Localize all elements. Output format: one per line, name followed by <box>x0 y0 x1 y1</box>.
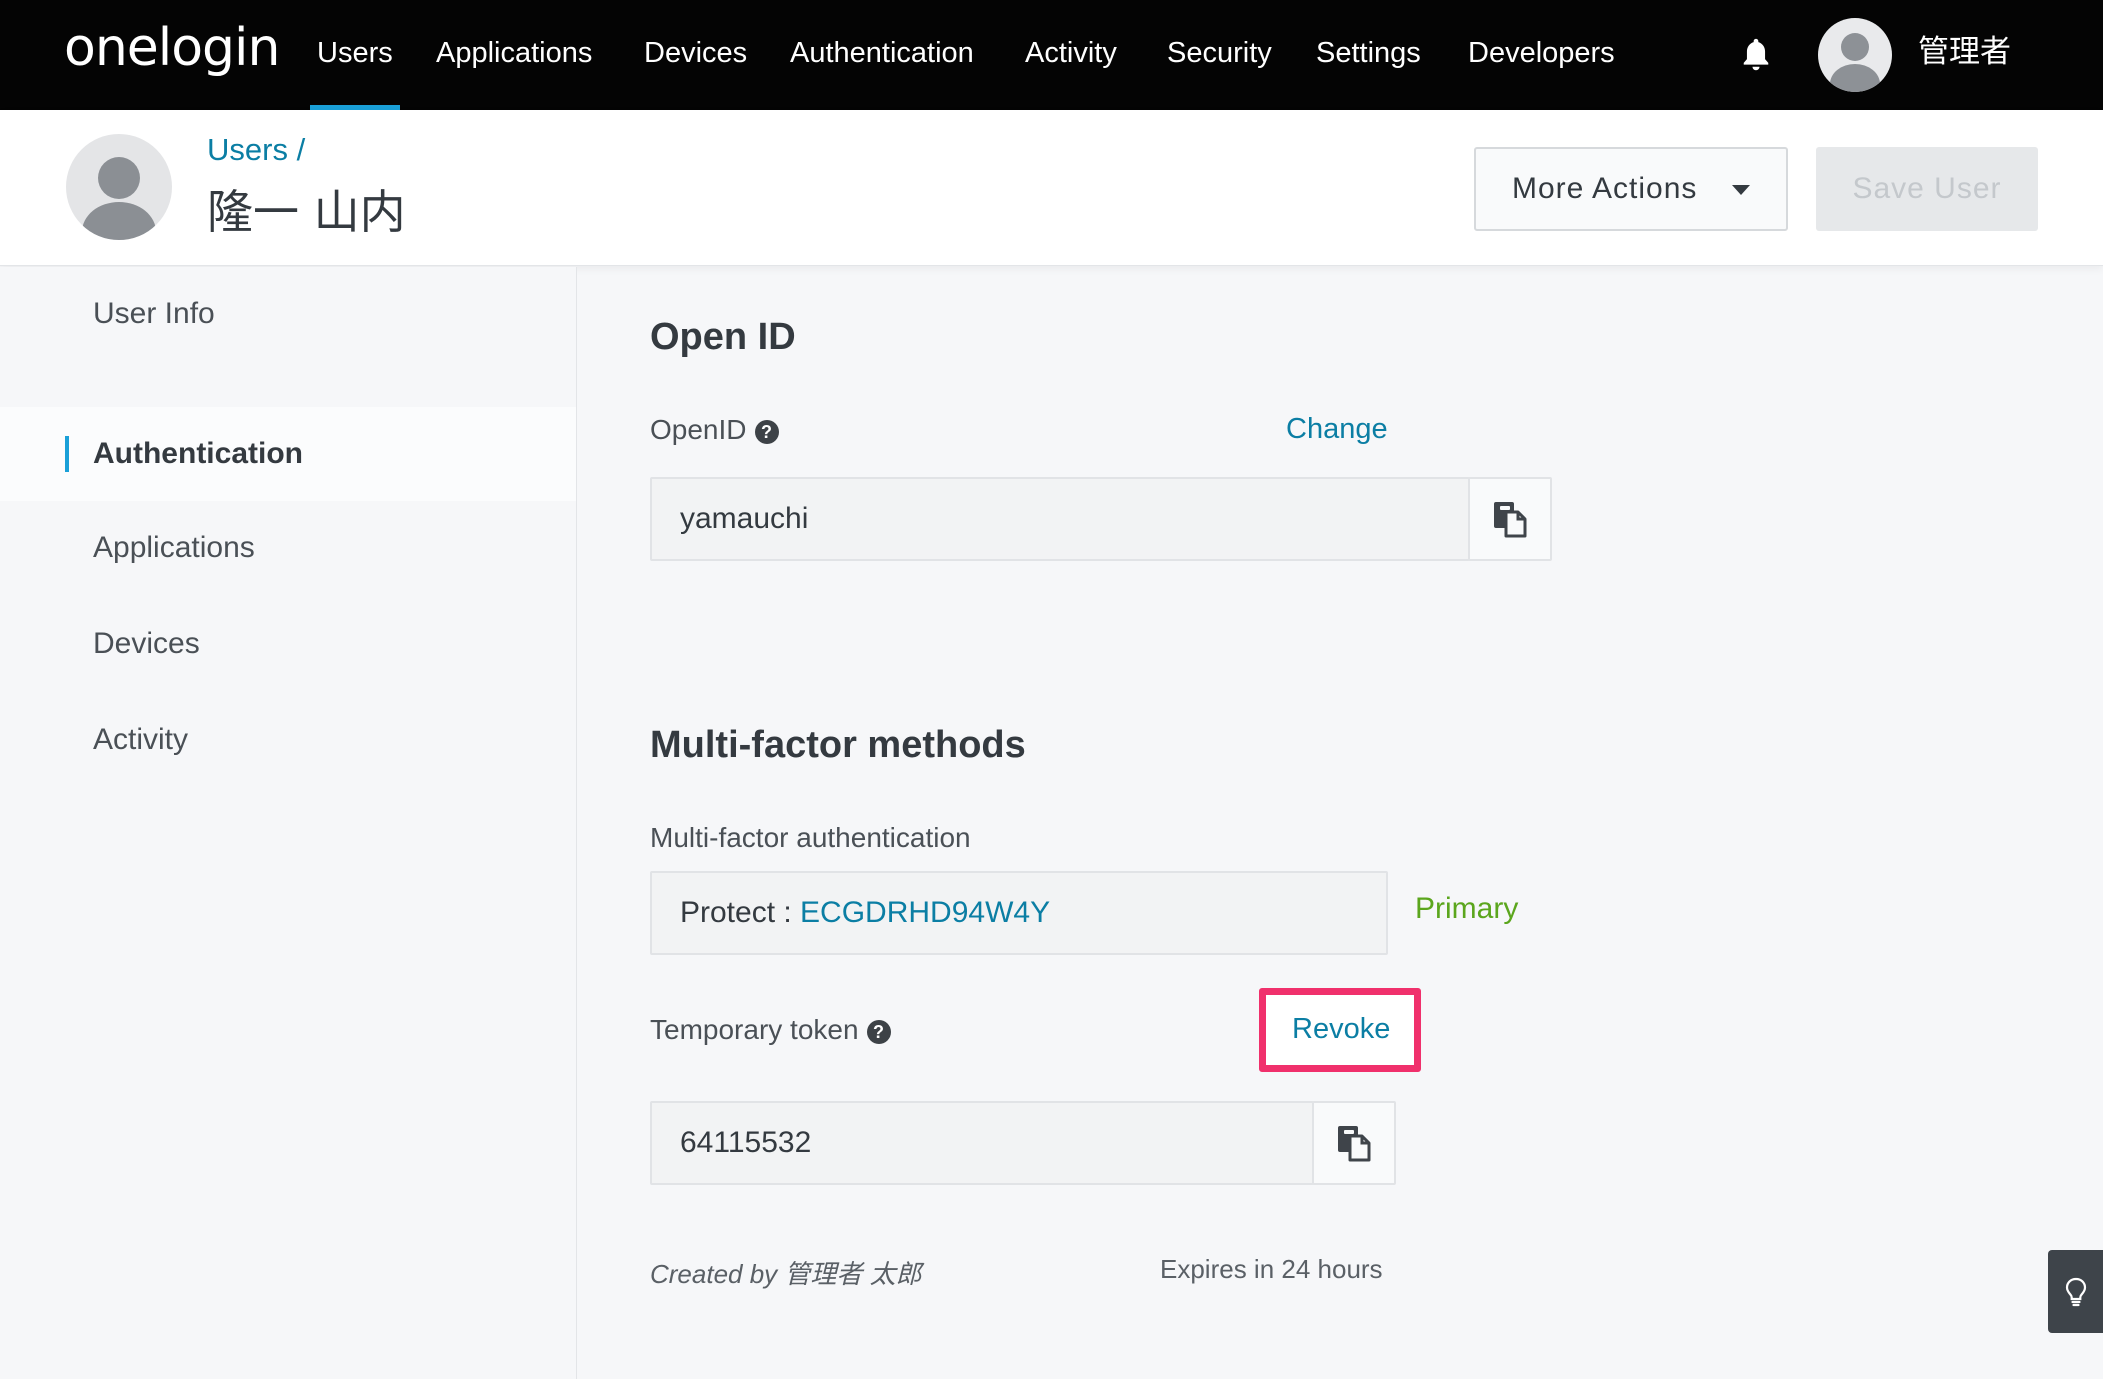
save-user-button[interactable]: Save User <box>1816 147 2038 231</box>
nav-users[interactable]: Users <box>310 0 400 110</box>
openid-section-title: Open ID <box>650 316 796 358</box>
nav-security[interactable]: Security <box>1167 0 1272 110</box>
temp-token-field[interactable]: 64115532 <box>650 1101 1314 1185</box>
breadcrumb-users[interactable]: Users / <box>207 132 305 168</box>
change-openid-link[interactable]: Change <box>1286 413 1388 446</box>
mfa-label: Multi-factor authentication <box>650 822 971 853</box>
copy-icon <box>1338 1126 1371 1162</box>
mfa-section-title: Multi-factor methods <box>650 724 1026 766</box>
current-username[interactable]: 管理者 <box>1918 0 2011 110</box>
sidebar: User Info Authentication Applications De… <box>0 267 577 1379</box>
temp-token-label: Temporary token <box>650 1014 859 1045</box>
help-icon[interactable]: ? <box>866 1020 891 1044</box>
nav-settings[interactable]: Settings <box>1316 0 1421 110</box>
copy-openid-button[interactable] <box>1468 477 1552 561</box>
nav-developers[interactable]: Developers <box>1468 0 1615 110</box>
mfa-device-field[interactable]: Protect : ECGDRHD94W4Y <box>650 871 1388 955</box>
primary-badge: Primary <box>1415 892 1519 925</box>
top-navigation: onelogin Users Applications Devices Auth… <box>0 0 2103 110</box>
bell-icon[interactable] <box>1738 36 1774 74</box>
caret-down-icon <box>1732 185 1750 195</box>
openid-field[interactable]: yamauchi <box>650 477 1470 561</box>
mfa-device-prefix: Protect : <box>680 896 801 929</box>
page-title: 隆一 山内 <box>207 185 406 239</box>
nav-devices[interactable]: Devices <box>644 0 747 110</box>
token-created-by: Created by 管理者 太郎 <box>650 1259 922 1289</box>
nav-authentication[interactable]: Authentication <box>790 0 974 110</box>
sidebar-item-devices[interactable]: Devices <box>0 597 576 691</box>
nav-activity[interactable]: Activity <box>1025 0 1117 110</box>
onelogin-logo[interactable]: onelogin <box>64 18 280 78</box>
openid-label-row: OpenID? <box>650 414 779 446</box>
sidebar-item-activity[interactable]: Activity <box>0 693 576 787</box>
sidebar-item-authentication[interactable]: Authentication <box>0 407 576 501</box>
profile-avatar <box>66 134 172 240</box>
lightbulb-icon <box>2065 1277 2086 1306</box>
copy-icon <box>1494 502 1527 538</box>
copy-token-button[interactable] <box>1312 1101 1396 1185</box>
revoke-token-link[interactable]: Revoke <box>1292 1013 1390 1046</box>
mfa-device-id[interactable]: ECGDRHD94W4Y <box>800 896 1050 929</box>
sidebar-item-user-info[interactable]: User Info <box>0 267 576 361</box>
token-expiry: Expires in 24 hours <box>1160 1254 1383 1284</box>
more-actions-label: More Actions <box>1512 172 1698 205</box>
sidebar-item-applications[interactable]: Applications <box>0 501 576 595</box>
nav-applications[interactable]: Applications <box>436 0 592 110</box>
help-icon[interactable]: ? <box>754 420 779 444</box>
help-tab[interactable] <box>2048 1250 2103 1333</box>
more-actions-button[interactable]: More Actions <box>1474 147 1788 231</box>
user-avatar-icon[interactable] <box>1818 18 1892 92</box>
page-header: Users / 隆一 山内 More Actions Save User <box>0 110 2103 266</box>
openid-label: OpenID <box>650 414 747 445</box>
temp-token-label-row: Temporary token? <box>650 1014 891 1046</box>
